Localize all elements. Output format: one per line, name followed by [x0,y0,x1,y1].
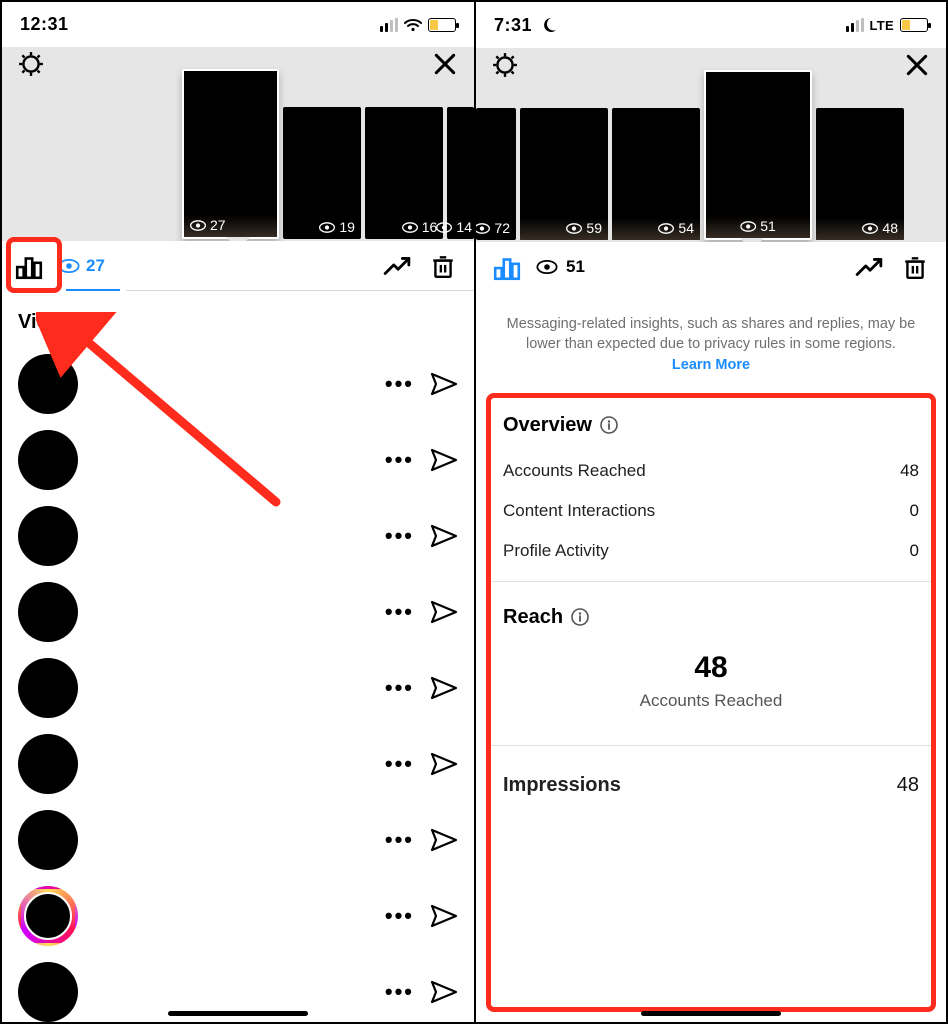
story-thumb[interactable]: 48 [816,108,904,240]
story-thumb-selected[interactable]: 51 [704,70,812,240]
overview-heading: Overview [503,408,919,451]
avatar[interactable] [18,734,78,794]
insights-tab-button[interactable] [490,250,524,284]
signal-icon [846,18,864,32]
viewer-row[interactable]: ••• [2,422,474,498]
viewers-title: Viewers [2,291,474,346]
story-thumb[interactable]: 54 [612,108,700,240]
status-time: 12:31 [20,14,69,35]
reach-number: 48 [503,643,919,685]
insights-toolbar: 51 [476,242,946,292]
status-bar: 12:31 [2,2,474,47]
do-not-disturb-icon [540,16,558,34]
avatar[interactable] [18,354,78,414]
more-button[interactable]: ••• [385,525,414,547]
more-button[interactable]: ••• [385,981,414,1003]
view-count: 51 [566,257,585,277]
send-icon[interactable] [430,676,458,700]
insights-panel: Overview Accounts Reached 48 Content Int… [486,393,936,1012]
share-trend-button[interactable] [380,249,414,283]
status-time: 7:31 [494,15,532,36]
avatar[interactable] [18,582,78,642]
signal-icon [380,18,398,32]
avatar[interactable] [18,506,78,566]
info-icon[interactable] [571,608,589,626]
battery-icon [900,18,928,32]
avatar[interactable] [18,886,78,946]
send-icon[interactable] [430,600,458,624]
learn-more-link[interactable]: Learn More [672,357,750,373]
story-thumb[interactable]: 16 [365,107,443,239]
info-icon[interactable] [600,416,618,434]
avatar[interactable] [18,658,78,718]
wifi-icon [404,18,422,32]
story-thumb[interactable]: 14 [447,107,474,239]
more-button[interactable]: ••• [385,373,414,395]
more-button[interactable]: ••• [385,677,414,699]
send-icon[interactable] [430,448,458,472]
annotation-highlight [6,237,62,293]
viewers-tab-button[interactable]: 51 [536,257,585,277]
story-thumb-views: 27 [190,217,226,233]
trend-up-icon [855,257,883,277]
privacy-notice: Messaging-related insights, such as shar… [476,292,946,393]
insights-toolbar: 27 [2,241,474,291]
story-thumb[interactable]: 19 [283,107,361,239]
delete-story-button[interactable] [426,249,460,283]
story-thumb[interactable]: 72 [476,108,516,240]
trash-icon [430,253,456,279]
trash-icon [902,254,928,280]
bar-chart-icon [492,253,522,281]
overview-row[interactable]: Profile Activity 0 [503,531,919,571]
viewer-row[interactable]: ••• [2,574,474,650]
left-phone: 12:31 [2,2,474,1022]
story-thumb-selected[interactable]: 27 [182,69,279,239]
viewer-row[interactable]: ••• [2,802,474,878]
more-button[interactable]: ••• [385,753,414,775]
viewer-row[interactable]: ••• [2,346,474,422]
viewers-tab-button[interactable]: 27 [58,256,105,276]
home-indicator[interactable] [168,1011,308,1016]
more-button[interactable]: ••• [385,449,414,471]
viewers-list[interactable]: ••• ••• ••• ••• ••• [2,346,474,1022]
story-strip-area: 27 19 16 14 [2,47,474,241]
overview-row[interactable]: Content Interactions 0 [503,491,919,531]
more-button[interactable]: ••• [385,829,414,851]
status-bar: 7:31 LTE [476,2,946,48]
reach-heading: Reach [503,600,919,643]
delete-story-button[interactable] [898,250,932,284]
impressions-row[interactable]: Impressions 48 [503,764,919,807]
viewer-row[interactable]: ••• [2,650,474,726]
more-button[interactable]: ••• [385,905,414,927]
story-strip-area: 72 59 54 51 [476,48,946,242]
battery-icon [428,18,456,32]
right-phone: 7:31 LTE 72 [474,2,946,1022]
avatar[interactable] [18,430,78,490]
trend-up-icon [383,256,411,276]
viewer-row[interactable]: ••• [2,878,474,954]
overview-row[interactable]: Accounts Reached 48 [503,451,919,491]
avatar[interactable] [18,810,78,870]
network-label: LTE [870,18,895,33]
reach-sub: Accounts Reached [503,685,919,739]
send-icon[interactable] [430,372,458,396]
more-button[interactable]: ••• [385,601,414,623]
home-indicator[interactable] [641,1011,781,1016]
story-thumb[interactable]: 59 [520,108,608,240]
send-icon[interactable] [430,904,458,928]
view-count: 27 [86,256,105,276]
send-icon[interactable] [430,828,458,852]
viewer-row[interactable]: ••• [2,498,474,574]
eye-icon [536,260,558,274]
avatar[interactable] [18,962,78,1022]
share-trend-button[interactable] [852,250,886,284]
send-icon[interactable] [430,980,458,1004]
send-icon[interactable] [430,752,458,776]
viewer-row[interactable]: ••• [2,726,474,802]
send-icon[interactable] [430,524,458,548]
